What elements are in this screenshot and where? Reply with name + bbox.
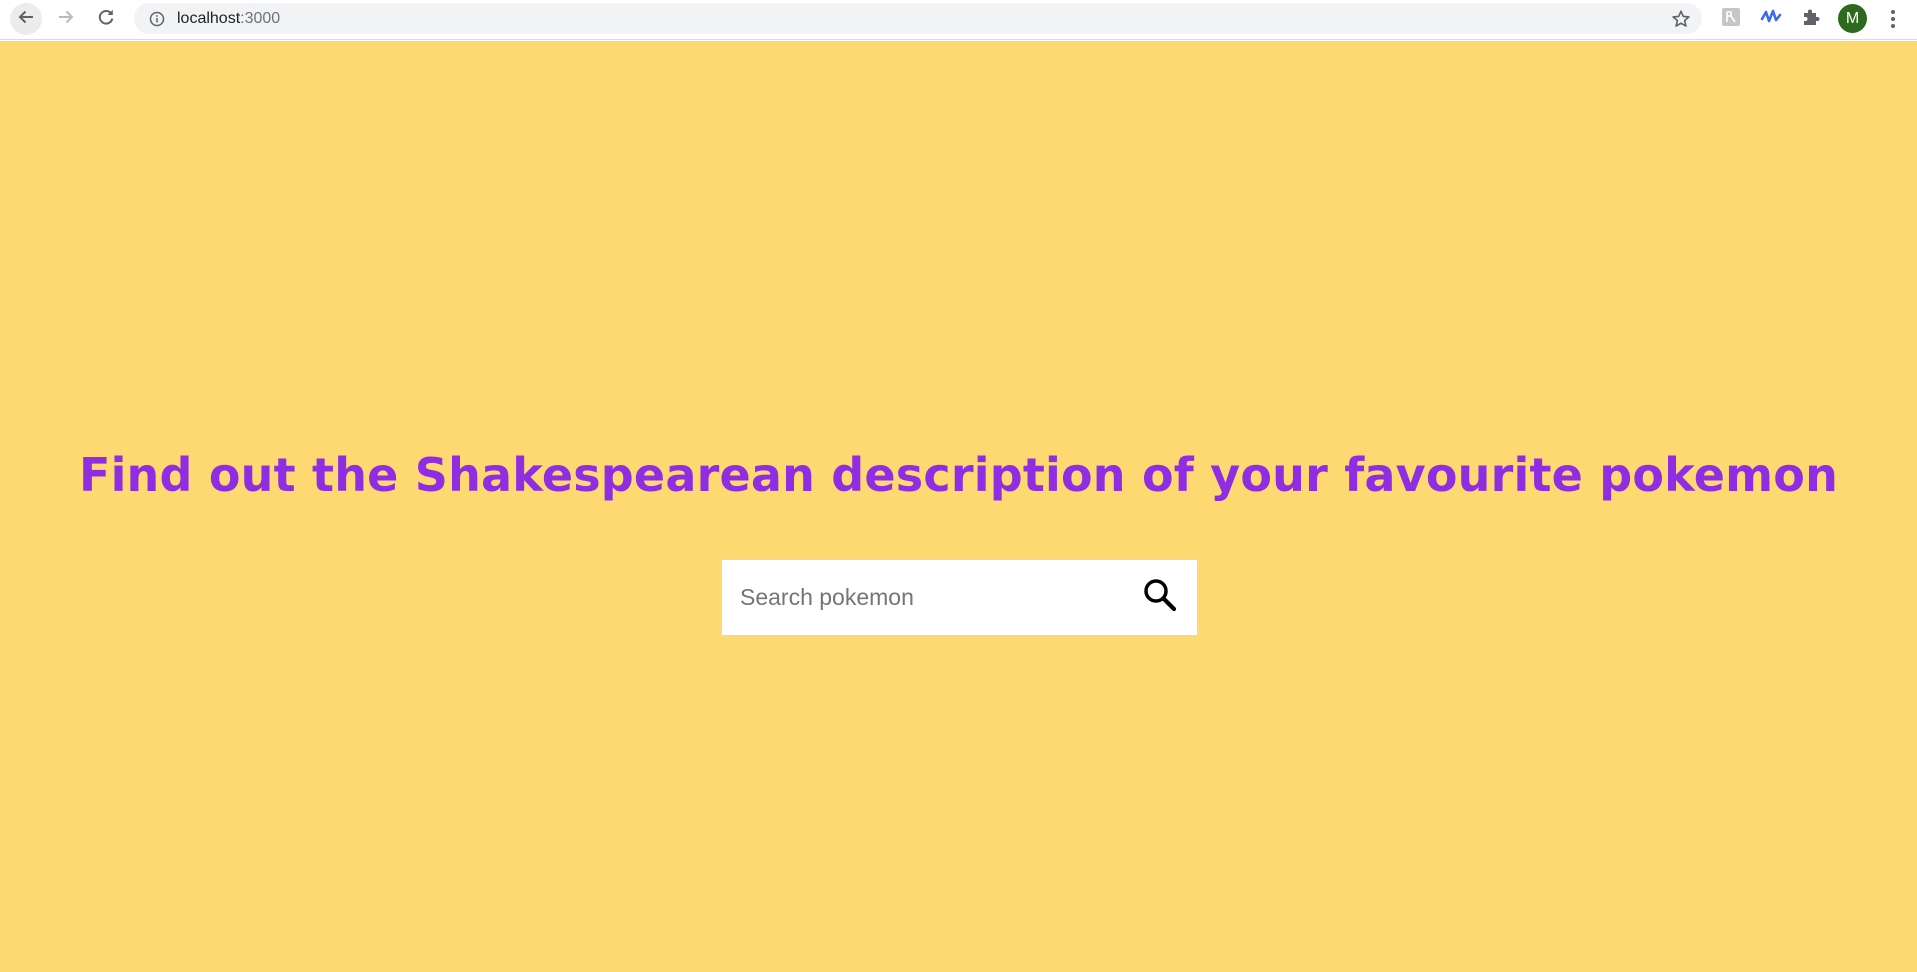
url-port: :3000: [240, 10, 281, 27]
search-box: [722, 560, 1197, 635]
address-bar[interactable]: localhost:3000: [134, 3, 1702, 34]
extension-wave-icon: [1760, 7, 1782, 32]
arrow-left-icon: [16, 7, 36, 32]
extension-translate-button[interactable]: [1719, 7, 1743, 31]
arrow-right-icon: [56, 7, 76, 32]
info-icon[interactable]: [148, 10, 165, 27]
extension-wave-button[interactable]: [1759, 7, 1783, 31]
search-button[interactable]: [1139, 576, 1181, 618]
page-heading: Find out the Shakespearean description o…: [78, 448, 1839, 502]
back-button[interactable]: [10, 3, 42, 35]
puzzle-icon: [1801, 7, 1821, 32]
browser-toolbar: localhost:3000 M: [0, 0, 1917, 40]
star-icon[interactable]: [1670, 8, 1692, 30]
profile-avatar[interactable]: M: [1838, 4, 1867, 33]
search-input[interactable]: [722, 560, 1122, 635]
url-host: localhost: [177, 10, 241, 27]
reload-button[interactable]: [90, 3, 122, 35]
search-icon: [1142, 577, 1178, 618]
reload-icon: [96, 7, 116, 32]
url-text[interactable]: localhost:3000: [177, 10, 280, 28]
kebab-menu-icon[interactable]: [1881, 6, 1905, 32]
forward-button[interactable]: [50, 3, 82, 35]
extensions-button[interactable]: [1799, 7, 1823, 31]
page-content: Find out the Shakespearean description o…: [0, 41, 1917, 972]
extension-translate-icon: [1721, 7, 1741, 32]
